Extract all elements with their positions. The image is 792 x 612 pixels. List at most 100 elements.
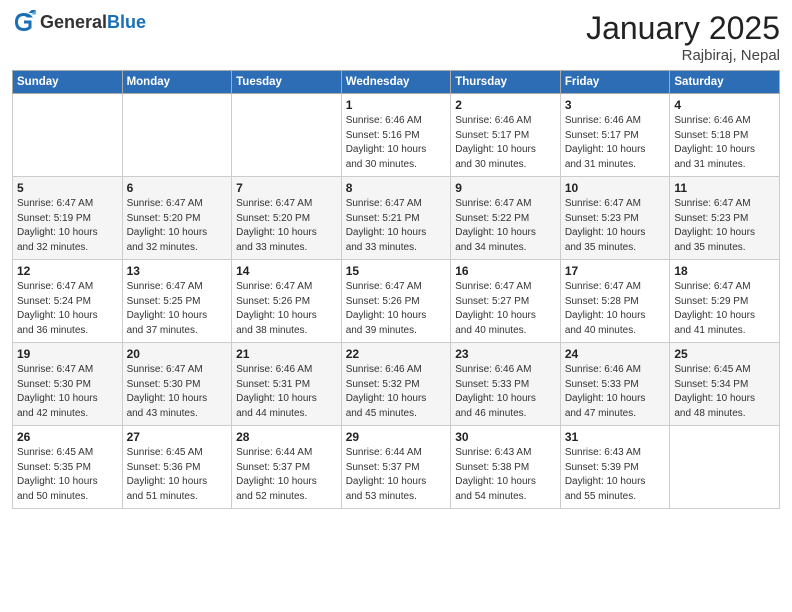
logo-blue: Blue [107,12,146,32]
day-number: 18 [674,264,775,278]
day-info: Sunrise: 6:46 AMSunset: 5:31 PMDaylight:… [236,363,337,421]
calendar-cell: 14 Sunrise: 6:47 AMSunset: 5:26 PMDayligh… [232,260,342,343]
logo: GeneralBlue [12,10,146,34]
calendar-cell: 1 Sunrise: 6:46 AMSunset: 5:16 PMDaylight… [341,94,451,177]
day-info: Sunrise: 6:47 AMSunset: 5:23 PMDaylight:… [674,197,775,255]
day-number: 14 [236,264,337,278]
page-container: GeneralBlue January 2025 Rajbiraj, Nepal… [0,0,792,519]
day-info: Sunrise: 6:46 AMSunset: 5:33 PMDaylight:… [565,363,666,421]
col-header-tuesday: Tuesday [232,71,342,94]
day-number: 20 [127,347,228,361]
logo-general: General [40,12,107,32]
day-info: Sunrise: 6:46 AMSunset: 5:17 PMDaylight:… [455,114,556,172]
calendar-cell: 16Sunrise: 6:47 AMSunset: 5:27 PMDayligh… [451,260,561,343]
calendar-cell: 29 Sunrise: 6:44 AMSunset: 5:37 PMDayligh… [341,426,451,509]
header-row: SundayMondayTuesdayWednesdayThursdayFrid… [13,71,780,94]
day-number: 2 [455,98,556,112]
calendar-cell [232,94,342,177]
day-info: Sunrise: 6:44 AMSunset: 5:37 PMDaylight:… [346,446,447,504]
day-number: 3 [565,98,666,112]
day-number: 6 [127,181,228,195]
week-row-3: 12Sunrise: 6:47 AMSunset: 5:24 PMDayligh… [13,260,780,343]
day-info: Sunrise: 6:47 AMSunset: 5:23 PMDaylight:… [565,197,666,255]
day-info: Sunrise: 6:46 AMSunset: 5:32 PMDaylight:… [346,363,447,421]
day-number: 12 [17,264,118,278]
calendar-cell [122,94,232,177]
col-header-saturday: Saturday [670,71,780,94]
day-info: Sunrise: 6:46 AMSunset: 5:18 PMDaylight:… [674,114,775,172]
calendar-cell: 4 Sunrise: 6:46 AMSunset: 5:18 PMDaylight… [670,94,780,177]
day-number: 5 [17,181,118,195]
day-number: 22 [346,347,447,361]
day-number: 17 [565,264,666,278]
day-info: Sunrise: 6:43 AMSunset: 5:38 PMDaylight:… [455,446,556,504]
week-row-1: 1 Sunrise: 6:46 AMSunset: 5:16 PMDaylight… [13,94,780,177]
calendar-cell: 21 Sunrise: 6:46 AMSunset: 5:31 PMDayligh… [232,343,342,426]
day-number: 31 [565,430,666,444]
calendar-cell: 7 Sunrise: 6:47 AMSunset: 5:20 PMDaylight… [232,177,342,260]
day-info: Sunrise: 6:46 AMSunset: 5:17 PMDaylight:… [565,114,666,172]
day-info: Sunrise: 6:45 AMSunset: 5:35 PMDaylight:… [17,446,118,504]
week-row-5: 26Sunrise: 6:45 AMSunset: 5:35 PMDayligh… [13,426,780,509]
day-number: 10 [565,181,666,195]
day-number: 11 [674,181,775,195]
calendar-cell: 28Sunrise: 6:44 AMSunset: 5:37 PMDayligh… [232,426,342,509]
day-number: 23 [455,347,556,361]
day-info: Sunrise: 6:47 AMSunset: 5:20 PMDaylight:… [127,197,228,255]
day-info: Sunrise: 6:43 AMSunset: 5:39 PMDaylight:… [565,446,666,504]
month-title: January 2025 [586,10,780,47]
calendar-cell: 25 Sunrise: 6:45 AMSunset: 5:34 PMDayligh… [670,343,780,426]
day-info: Sunrise: 6:46 AMSunset: 5:33 PMDaylight:… [455,363,556,421]
day-info: Sunrise: 6:47 AMSunset: 5:21 PMDaylight:… [346,197,447,255]
calendar-cell: 20 Sunrise: 6:47 AMSunset: 5:30 PMDayligh… [122,343,232,426]
day-info: Sunrise: 6:47 AMSunset: 5:30 PMDaylight:… [127,363,228,421]
day-number: 1 [346,98,447,112]
day-info: Sunrise: 6:45 AMSunset: 5:36 PMDaylight:… [127,446,228,504]
calendar-cell: 11 Sunrise: 6:47 AMSunset: 5:23 PMDayligh… [670,177,780,260]
col-header-wednesday: Wednesday [341,71,451,94]
day-number: 15 [346,264,447,278]
day-info: Sunrise: 6:47 AMSunset: 5:20 PMDaylight:… [236,197,337,255]
calendar-cell: 2 Sunrise: 6:46 AMSunset: 5:17 PMDaylight… [451,94,561,177]
day-number: 21 [236,347,337,361]
calendar-cell: 5 Sunrise: 6:47 AMSunset: 5:19 PMDaylight… [13,177,123,260]
week-row-2: 5 Sunrise: 6:47 AMSunset: 5:19 PMDaylight… [13,177,780,260]
day-info: Sunrise: 6:47 AMSunset: 5:28 PMDaylight:… [565,280,666,338]
day-info: Sunrise: 6:47 AMSunset: 5:30 PMDaylight:… [17,363,118,421]
day-number: 13 [127,264,228,278]
day-info: Sunrise: 6:46 AMSunset: 5:16 PMDaylight:… [346,114,447,172]
day-number: 7 [236,181,337,195]
calendar-cell: 17 Sunrise: 6:47 AMSunset: 5:28 PMDayligh… [560,260,670,343]
calendar-cell: 22 Sunrise: 6:46 AMSunset: 5:32 PMDayligh… [341,343,451,426]
calendar-cell: 18Sunrise: 6:47 AMSunset: 5:29 PMDayligh… [670,260,780,343]
location: Rajbiraj, Nepal [586,47,780,64]
title-block: January 2025 Rajbiraj, Nepal [586,10,780,64]
day-number: 8 [346,181,447,195]
day-info: Sunrise: 6:47 AMSunset: 5:19 PMDaylight:… [17,197,118,255]
week-row-4: 19 Sunrise: 6:47 AMSunset: 5:30 PMDayligh… [13,343,780,426]
day-info: Sunrise: 6:47 AMSunset: 5:27 PMDaylight:… [455,280,556,338]
day-info: Sunrise: 6:47 AMSunset: 5:26 PMDaylight:… [236,280,337,338]
calendar-cell: 27Sunrise: 6:45 AMSunset: 5:36 PMDayligh… [122,426,232,509]
day-info: Sunrise: 6:47 AMSunset: 5:22 PMDaylight:… [455,197,556,255]
calendar-table: SundayMondayTuesdayWednesdayThursdayFrid… [12,70,780,509]
col-header-sunday: Sunday [13,71,123,94]
calendar-cell: 23 Sunrise: 6:46 AMSunset: 5:33 PMDayligh… [451,343,561,426]
day-info: Sunrise: 6:45 AMSunset: 5:34 PMDaylight:… [674,363,775,421]
calendar-cell: 24Sunrise: 6:46 AMSunset: 5:33 PMDayligh… [560,343,670,426]
day-number: 30 [455,430,556,444]
day-number: 28 [236,430,337,444]
calendar-cell [670,426,780,509]
logo-text: GeneralBlue [40,12,146,33]
calendar-cell: 3 Sunrise: 6:46 AMSunset: 5:17 PMDaylight… [560,94,670,177]
day-number: 19 [17,347,118,361]
calendar-cell: 6 Sunrise: 6:47 AMSunset: 5:20 PMDaylight… [122,177,232,260]
calendar-cell: 13Sunrise: 6:47 AMSunset: 5:25 PMDayligh… [122,260,232,343]
day-number: 29 [346,430,447,444]
calendar-cell: 9Sunrise: 6:47 AMSunset: 5:22 PMDaylight… [451,177,561,260]
col-header-thursday: Thursday [451,71,561,94]
col-header-friday: Friday [560,71,670,94]
calendar-cell [13,94,123,177]
day-number: 25 [674,347,775,361]
day-number: 4 [674,98,775,112]
